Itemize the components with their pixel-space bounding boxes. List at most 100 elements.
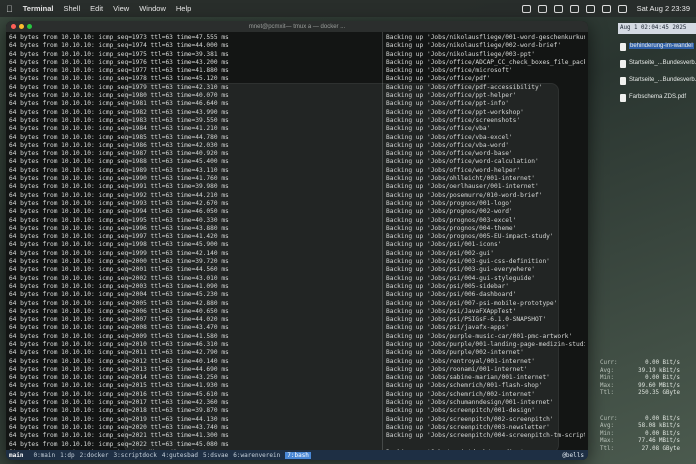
- menubar-clock[interactable]: Sat Aug 2 23:39: [637, 4, 690, 13]
- terminal-line: Backing up 'Jobs/office/word-helper': [386, 166, 521, 174]
- tmux-bell-indicator: @bells: [562, 451, 584, 459]
- menu-view[interactable]: View: [113, 4, 129, 13]
- desktop-file-list: behinderung-im-wandel Startseite_...Bunde…: [620, 43, 696, 111]
- tmux-window-tab[interactable]: 2:docker: [80, 452, 109, 459]
- terminal-line: Backing up 'Jobs/ohlleicht/001-internet': [386, 175, 536, 183]
- terminal-line: Backing up 'Jobs/office/pdf-accessibilit…: [386, 83, 543, 91]
- stat-label: Curr:: [600, 415, 618, 422]
- terminal-line: 64 bytes from 10.10.10: icmp_seq=2014 tt…: [9, 374, 229, 382]
- file-icon: [620, 60, 626, 68]
- terminal-line: Backing up 'Jobs/schemrich/002-internet': [386, 390, 536, 398]
- desktop-file[interactable]: behinderung-im-wandel: [620, 43, 696, 51]
- stat-value: 27.08 GByte: [641, 445, 680, 452]
- menu-help[interactable]: Help: [176, 4, 191, 13]
- terminal-line: Backing up 'Jobs/office/word-calculation…: [386, 158, 539, 166]
- terminal-line: Backing up 'Jobs/psi/004-gui-styleguide': [386, 274, 536, 282]
- terminal-line: 64 bytes from 10.10.10: icmp_seq=1974 tt…: [9, 42, 229, 50]
- battery-icon[interactable]: [569, 4, 579, 13]
- terminal-line: Backing up 'Jobs/sabine-marian/001-inter…: [386, 374, 550, 382]
- desktop-file[interactable]: Farbschema ZDS.pdf: [620, 94, 696, 102]
- menu-shell[interactable]: Shell: [63, 4, 80, 13]
- terminal-line: Backing up 'Jobs/office/ppt-workshop': [386, 108, 524, 116]
- menu-edit[interactable]: Edit: [90, 4, 103, 13]
- terminal-window: mnet@pcmxit— tmux a — docker ... 64 byte…: [6, 21, 588, 460]
- menu-window[interactable]: Window: [139, 4, 166, 13]
- tmux-window-tab[interactable]: 6:warenverein: [233, 452, 280, 459]
- terminal-line: Backing up 'Jobs/purple/002-internet': [386, 349, 524, 357]
- tmux-window-tab[interactable]: 4:gutesbad: [162, 452, 198, 459]
- tmux-status-bar: main 0:main 1:dp 2:docker 3:scriptdock 4:gut…: [6, 450, 588, 460]
- tray-icon[interactable]: [521, 4, 531, 13]
- stat-label: Ttl:: [600, 390, 614, 396]
- file-icon: [620, 94, 626, 102]
- terminal-line: 64 bytes from 10.10.10: icmp_seq=1987 tt…: [9, 150, 229, 158]
- tmux-pane-ping-log[interactable]: 64 bytes from 10.10.10: icmp_seq=1973 tt…: [6, 32, 383, 450]
- stat-value: 0.00 Bit/s: [645, 430, 680, 437]
- search-icon[interactable]: [601, 4, 611, 13]
- control-center-icon[interactable]: [617, 4, 627, 13]
- stat-row: Ttl: 27.08 GByte: [600, 446, 696, 454]
- tmux-window-tab[interactable]: 7:bash: [285, 451, 311, 459]
- stat-value: 58.08 kBit/s: [638, 423, 680, 429]
- terminal-line: Backing up 'Jobs/schumanndesign/001-inte…: [386, 399, 554, 407]
- terminal-line: 64 bytes from 10.10.10: icmp_seq=1980 tt…: [9, 92, 229, 100]
- terminal-line: 64 bytes from 10.10.10: icmp_seq=1998 tt…: [9, 241, 229, 249]
- tmux-pane-backup-log[interactable]: Backing up 'Jobs/nikolausfliege/001-word…: [383, 32, 588, 450]
- tmux-window-tab[interactable]: 1:dp: [60, 452, 74, 459]
- stat-label: Min:: [600, 430, 614, 437]
- terminal-line: 64 bytes from 10.10.10: icmp_seq=2021 tt…: [9, 432, 229, 440]
- terminal-line: 64 bytes from 10.10.10: icmp_seq=1981 tt…: [9, 100, 229, 108]
- stat-row: Avg: 58.08 kBit/s: [600, 423, 696, 431]
- terminal-line: Backing up 'Jobs/psi/JavaFXAppTest': [386, 307, 517, 315]
- app-menu-terminal[interactable]: Terminal: [23, 4, 54, 13]
- stat-value: 0.00 Bit/s: [645, 360, 680, 366]
- terminal-line: Backing up 'Jobs/schemrich/001-flash-sho…: [386, 382, 543, 390]
- apple-menu-icon[interactable]: : [6, 4, 13, 14]
- wifi-icon[interactable]: [585, 4, 595, 13]
- desktop-file[interactable]: Startseite_...Bundesverb...Ziegel_files: [620, 60, 696, 68]
- desktop-file[interactable]: Startseite_...Bundesverb...Ziegel.html: [620, 77, 696, 85]
- stat-row: Min: 0.00 Bit/s: [600, 431, 696, 439]
- terminal-line: 64 bytes from 10.10.10: icmp_seq=2017 tt…: [9, 399, 229, 407]
- terminal-line: Backing up 'Jobs/psi/001-icons': [386, 241, 502, 249]
- stat-row: Max: 99.60 MBit/s: [600, 383, 696, 391]
- stat-value: 77.46 MBit/s: [638, 438, 680, 444]
- tray-icon[interactable]: [553, 4, 563, 13]
- terminal-line: 64 bytes from 10.10.10: icmp_seq=1984 tt…: [9, 125, 229, 133]
- terminal-line: Backing up 'Jobs/prognos/004-theme': [386, 224, 517, 232]
- window-titlebar[interactable]: mnet@pcmxit— tmux a — docker ...: [6, 21, 588, 32]
- file-name: behinderung-im-wandel: [629, 43, 694, 49]
- tmux-window-tab[interactable]: 0:main: [33, 452, 55, 459]
- tmux-window-tabs: 0:main 1:dp 2:docker 3:scriptdock 4:gutesbad…: [33, 451, 311, 459]
- terminal-line: Backing up 'Jobs/psi/javafx-apps': [386, 324, 509, 332]
- file-name: Startseite_...Bundesverb...Ziegel_files: [629, 60, 696, 66]
- stat-value: 39.19 kBit/s: [638, 367, 680, 374]
- terminal-line: 64 bytes from 10.10.10: icmp_seq=2022 tt…: [9, 440, 229, 448]
- tmux-window-tab[interactable]: 5:dsvae: [203, 452, 228, 459]
- stat-row: Avg: 39.19 kBit/s: [600, 368, 696, 376]
- terminal-line: 64 bytes from 10.10.10: icmp_seq=2006 tt…: [9, 307, 229, 315]
- file-name: Farbschema ZDS.pdf: [629, 94, 687, 100]
- terminal-line: 64 bytes from 10.10.10: icmp_seq=2018 tt…: [9, 407, 229, 415]
- terminal-line: Backing up 'Jobs/purple/001-landing-page…: [386, 340, 585, 348]
- terminal-line: Backing up 'Jobs/office/microsoft': [386, 67, 513, 75]
- terminal-line: Backing up 'Jobs/office/pdf': [386, 75, 491, 83]
- stat-value: 0.00 Bit/s: [645, 375, 680, 381]
- terminal-line: Backing up 'Jobs/office/ADCAP_CC_check_b…: [386, 58, 585, 66]
- terminal-line: 64 bytes from 10.10.10: icmp_seq=2015 tt…: [9, 382, 229, 390]
- terminal-line: Backing up 'Jobs/purple-music-car/001-pm…: [386, 332, 573, 340]
- stat-value: 0.00 Bit/s: [645, 415, 680, 422]
- terminal-line: 64 bytes from 10.10.10: icmp_seq=1999 tt…: [9, 249, 229, 257]
- tray-icon[interactable]: [537, 4, 547, 13]
- file-name: Startseite_...Bundesverb...Ziegel.html: [629, 77, 696, 83]
- tmux-session-name: main: [9, 451, 24, 459]
- terminal-line: 64 bytes from 10.10.10: icmp_seq=2004 tt…: [9, 291, 229, 299]
- desktop-clock-widget: Aug 1 02:04:45 2025: [618, 23, 696, 34]
- tmux-window-tab[interactable]: 3:scriptdock: [114, 452, 157, 459]
- desktop-side: Aug 1 02:04:45 2025 behinderung-im-wande…: [590, 17, 696, 464]
- terminal-line: 64 bytes from 10.10.10: icmp_seq=1991 tt…: [9, 183, 229, 191]
- terminal-line: Backing up 'Jobs/roonami/001-internet': [386, 365, 528, 373]
- stat-row: Curr: 0.00 Bit/s: [600, 360, 696, 368]
- terminal-line: Backing up 'Jobs/psi/007-psi-mobile-prot…: [386, 299, 558, 307]
